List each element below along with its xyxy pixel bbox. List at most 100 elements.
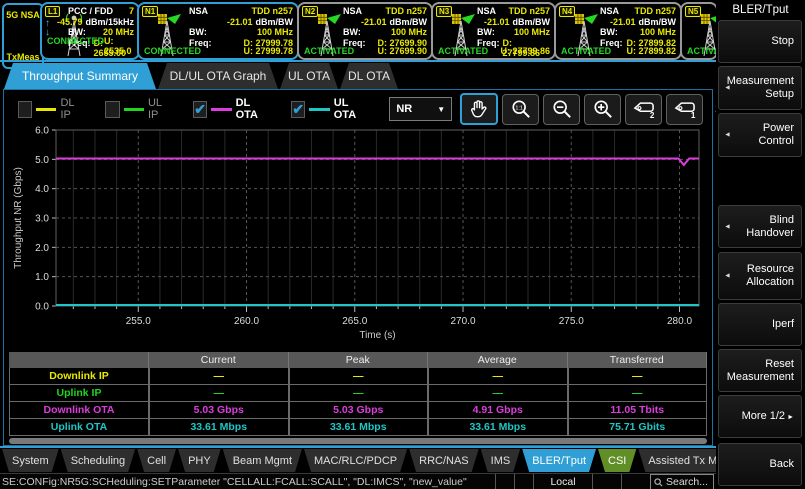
svg-text:1:1: 1:1 bbox=[515, 105, 523, 111]
cell-state-row: CONNECTEDU: 2535.0 bbox=[47, 36, 134, 56]
table-cell: — bbox=[568, 385, 708, 402]
function-tab-scheduling[interactable]: Scheduling bbox=[61, 449, 135, 472]
search-input[interactable]: Search... bbox=[650, 474, 714, 489]
y-tick-label: 3.0 bbox=[35, 214, 49, 225]
cell-box-n5[interactable]: N5ACTIVA bbox=[680, 2, 718, 60]
chevron-down-icon: ▼ bbox=[437, 105, 445, 114]
tab-dl-ota[interactable]: DL OTA bbox=[340, 63, 398, 89]
cell-box-n3[interactable]: N3NSATDD n257-21.01dBm/BWBW:100 MHzFreq:… bbox=[431, 2, 556, 60]
function-tab-phy[interactable]: PHY bbox=[178, 449, 221, 472]
throughput-chart[interactable]: 0.01.02.03.04.05.06.0255.0260.0265.0270.… bbox=[9, 124, 707, 348]
checkbox-ul-ota[interactable]: ✔ bbox=[291, 101, 305, 118]
table-cell: 5.03 Gbps bbox=[149, 402, 289, 419]
throughput-summary-panel: DL IPUL IP✔DL OTA✔UL OTA NR ▼ 1:121 2822… bbox=[3, 89, 713, 446]
function-tab-system[interactable]: System bbox=[2, 449, 59, 472]
checkbox-dl-ip[interactable] bbox=[18, 101, 32, 118]
cell-box-n4[interactable]: N4NSATDD n257-21.01dBm/BWBW:100 MHzFreq:… bbox=[554, 2, 682, 60]
stop-button[interactable]: Stop bbox=[718, 20, 802, 63]
tab-ul-ota[interactable]: UL OTA bbox=[280, 63, 338, 89]
marker-1-button[interactable]: 1 bbox=[666, 94, 703, 125]
iperf-button[interactable]: Iperf bbox=[718, 303, 802, 346]
measurement-tab-bar: Throughput SummaryDL/UL OTA GraphUL OTAD… bbox=[0, 62, 716, 89]
x-axis-title: Time (s) bbox=[359, 330, 395, 341]
back-button[interactable]: Back bbox=[718, 443, 802, 486]
function-tab-beam-mgmt[interactable]: Beam Mgmt bbox=[223, 449, 302, 472]
table-cell: 4.91 Gbps bbox=[428, 402, 568, 419]
table-header-peak: Peak bbox=[289, 352, 429, 368]
legend-item-dl-ota: ✔DL OTA bbox=[193, 97, 268, 121]
function-tab-bler-tput[interactable]: BLER/Tput bbox=[522, 449, 596, 472]
cell-power-row: -21.01dBm/BW bbox=[477, 17, 550, 28]
cell-power-row: -45.79dBm/15kHz bbox=[68, 17, 134, 28]
local-remote-indicator[interactable]: Local bbox=[533, 474, 592, 489]
table-cell: — bbox=[428, 385, 568, 402]
cell-type-row: NSATDD n257 bbox=[477, 6, 550, 17]
pan-hand-button[interactable] bbox=[460, 93, 498, 125]
throughput-table: CurrentPeakAverageTransferredDownlink IP… bbox=[9, 352, 707, 436]
table-cell: 11.05 Tbits bbox=[568, 402, 708, 419]
measurement-setup-button[interactable]: ◄MeasurementSetup bbox=[718, 66, 802, 110]
marker-2-button[interactable]: 2 bbox=[625, 94, 662, 125]
zoom-out-button[interactable] bbox=[543, 94, 580, 125]
technology-select-value: NR bbox=[396, 103, 412, 115]
cell-type-row: PCC / FDD7 bbox=[68, 6, 134, 17]
softkey-label-line: Measurement bbox=[727, 75, 794, 88]
search-icon bbox=[654, 478, 663, 487]
cell-info-rows: NSATDD n257-21.01dBm/BWBW:100 MHzFreq:D:… bbox=[600, 6, 676, 48]
softkey-label-line: Handover bbox=[746, 227, 794, 240]
softkey-label-line: Back bbox=[770, 458, 794, 471]
y-axis-title: Throughput NR (Gbps) bbox=[13, 167, 24, 269]
svg-text:2: 2 bbox=[650, 111, 655, 119]
submenu-left-arrow-icon: ◄ bbox=[724, 82, 731, 95]
cell-type-row: NSATDD n257 bbox=[189, 6, 293, 17]
zoom-original-button[interactable]: 1:1 bbox=[502, 94, 539, 125]
x-tick-label: 280.0 bbox=[667, 316, 692, 327]
power-control-button[interactable]: ◄PowerControl bbox=[718, 113, 802, 157]
marker-icon: 1 bbox=[673, 99, 697, 119]
function-tab-csi[interactable]: CSI bbox=[598, 449, 636, 472]
legend-label: UL OTA bbox=[334, 97, 367, 121]
reset-measurement-button[interactable]: ResetMeasurement bbox=[718, 349, 802, 392]
y-tick-label: 6.0 bbox=[35, 126, 49, 137]
cell-power-row: -21.01dBm/BW bbox=[343, 17, 427, 28]
resource-allocation-button[interactable]: ◄ResourceAllocation bbox=[718, 252, 802, 300]
chart-control-row: DL IPUL IP✔DL OTA✔UL OTA NR ▼ 1:121 2822… bbox=[18, 94, 798, 124]
status-cell-empty-1 bbox=[495, 474, 514, 489]
table-cell: — bbox=[289, 368, 429, 385]
technology-select[interactable]: NR ▼ bbox=[389, 97, 452, 121]
legend-line-swatch bbox=[124, 108, 144, 111]
mode-label: 5G NSA bbox=[5, 10, 41, 20]
cell-box-n1[interactable]: N1NSATDD n257-21.01dBm/BWBW:100 MHzFreq:… bbox=[137, 2, 299, 60]
function-tab-cell[interactable]: Cell bbox=[137, 449, 176, 472]
cell-info-rows: NSATDD n257-21.01dBm/BWBW:100 MHzFreq:D:… bbox=[343, 6, 427, 48]
function-tab-rrc-nas[interactable]: RRC/NAS bbox=[409, 449, 479, 472]
local-label: Local bbox=[550, 476, 575, 488]
status-bar: SE:CONFig:NR5G:SCHeduling:SETParameter "… bbox=[0, 473, 716, 489]
cell-box-n2[interactable]: N2NSATDD n257-21.01dBm/BWBW:100 MHzFreq:… bbox=[297, 2, 433, 60]
y-tick-label: 1.0 bbox=[35, 272, 49, 283]
y-tick-label: 0.0 bbox=[35, 302, 49, 313]
table-cell: — bbox=[289, 385, 429, 402]
softkey-label-line: Measurement bbox=[727, 371, 794, 384]
y-tick-label: 2.0 bbox=[35, 243, 49, 254]
horizontal-scrollbar[interactable] bbox=[9, 438, 707, 444]
cell-state-row: ACTIVA bbox=[687, 46, 712, 56]
softkey-label-line: Reset bbox=[765, 358, 794, 371]
svg-text:1: 1 bbox=[691, 111, 696, 119]
softkey-label-line: Iperf bbox=[772, 318, 794, 331]
zoom-in-button[interactable] bbox=[584, 94, 621, 125]
cell-box-l1[interactable]: L1↑↓PCC / FDD7-45.79dBm/15kHzBW:20 MHzFr… bbox=[40, 2, 140, 60]
search-placeholder: Search... bbox=[666, 476, 708, 488]
tab-throughput-summary[interactable]: Throughput Summary bbox=[4, 63, 156, 89]
checkbox-ul-ip[interactable] bbox=[105, 101, 119, 118]
legend-label: UL IP bbox=[148, 97, 170, 121]
cell-bw-row: BW:100 MHz bbox=[189, 27, 293, 38]
checkbox-dl-ota[interactable]: ✔ bbox=[193, 101, 207, 118]
function-tab-ims[interactable]: IMS bbox=[481, 449, 521, 472]
blind-handover-button[interactable]: ◄BlindHandover bbox=[718, 205, 802, 248]
function-tab-mac-rlc-pdcp[interactable]: MAC/RLC/PDCP bbox=[304, 449, 407, 472]
hand-icon bbox=[468, 99, 490, 119]
tab-dl-ul-ota-graph[interactable]: DL/UL OTA Graph bbox=[158, 63, 278, 89]
more-1-2-button[interactable]: More 1/2► bbox=[718, 395, 802, 438]
softkey-label-line: Control bbox=[759, 135, 794, 148]
